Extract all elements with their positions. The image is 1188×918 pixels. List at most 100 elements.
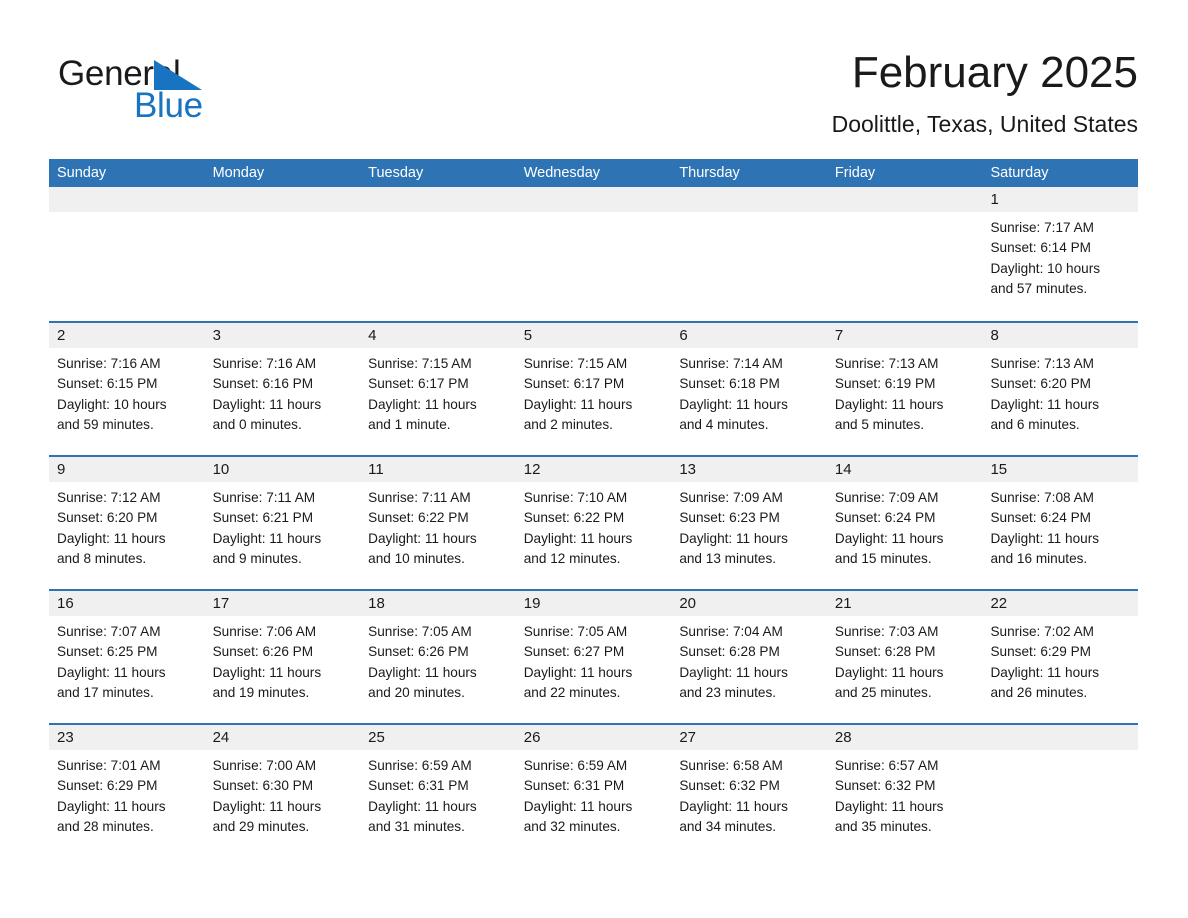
sunrise-text: Sunrise: 7:09 AM	[679, 490, 783, 505]
sunrise-text: Sunrise: 7:12 AM	[57, 490, 161, 505]
daylight-text-cont: and 13 minutes.	[679, 550, 777, 566]
sunrise-text: Sunrise: 7:05 AM	[368, 624, 472, 639]
calendar-day-cell[interactable]: 6 Sunrise: 7:14 AM Sunset: 6:18 PM Daylight…	[671, 323, 827, 455]
sunrise-text: Sunrise: 7:15 AM	[368, 356, 472, 371]
day-number-band: 1	[982, 187, 1139, 212]
calendar-day-cell[interactable]: 28 Sunrise: 6:57 AM Sunset: 6:32 PM Dayligh…	[826, 725, 983, 844]
daylight-text: Daylight: 11 hours	[212, 798, 322, 814]
day-details: Sunrise: 7:15 AM Sunset: 6:17 PM Daylight:…	[516, 348, 672, 435]
daylight-text-cont: and 35 minutes.	[834, 818, 932, 834]
day-number-band: 24	[204, 725, 361, 750]
day-details: Sunrise: 7:11 AM Sunset: 6:21 PM Daylight:…	[205, 482, 361, 569]
sunrise-text: Sunrise: 7:10 AM	[523, 490, 628, 505]
day-number: 1	[990, 191, 999, 208]
calendar-day-cell[interactable]: 22 Sunrise: 7:02 AM Sunset: 6:29 PM Dayligh…	[982, 591, 1139, 723]
day-number: 13	[679, 461, 696, 478]
daylight-text: Daylight: 11 hours	[990, 664, 1100, 680]
daylight-text: Daylight: 11 hours	[368, 798, 477, 814]
day-details: Sunrise: 7:08 AM Sunset: 6:24 PM Daylight:…	[982, 482, 1138, 569]
calendar-day-cell[interactable]: 15 Sunrise: 7:08 AM Sunset: 6:24 PM Dayligh…	[982, 457, 1139, 589]
day-number-band	[671, 187, 827, 212]
day-number: 6	[679, 327, 688, 344]
sunset-text: Sunset: 6:17 PM	[523, 376, 625, 392]
daylight-text: Daylight: 11 hours	[834, 798, 944, 814]
calendar-day-cell[interactable]: 2 Sunrise: 7:16 AM Sunset: 6:15 PM Daylight…	[49, 323, 205, 455]
daylight-text-cont: and 6 minutes.	[990, 416, 1080, 432]
calendar-day-cell[interactable]: 8 Sunrise: 7:13 AM Sunset: 6:20 PM Daylight…	[982, 323, 1139, 455]
daylight-text-cont: and 16 minutes.	[990, 550, 1088, 566]
calendar-day-cell[interactable]: 26 Sunrise: 6:59 AM Sunset: 6:31 PM Dayligh…	[515, 725, 672, 844]
calendar-day-cell[interactable]: 10 Sunrise: 7:11 AM Sunset: 6:21 PM Dayligh…	[204, 457, 361, 589]
day-details: Sunrise: 7:09 AM Sunset: 6:23 PM Daylight:…	[671, 482, 827, 569]
calendar-day-cell[interactable]: 11 Sunrise: 7:11 AM Sunset: 6:22 PM Dayligh…	[360, 457, 516, 589]
day-details: Sunrise: 7:05 AM Sunset: 6:26 PM Daylight:…	[360, 616, 516, 703]
sunrise-text: Sunrise: 6:57 AM	[834, 758, 939, 773]
daylight-text: Daylight: 11 hours	[523, 396, 633, 412]
sunrise-text: Sunrise: 7:16 AM	[212, 356, 317, 371]
daylight-text: Daylight: 11 hours	[523, 664, 633, 680]
sunrise-text: Sunrise: 7:02 AM	[990, 624, 1094, 639]
calendar-day-cell[interactable]: 24 Sunrise: 7:00 AM Sunset: 6:30 PM Dayligh…	[204, 725, 361, 844]
day-number: 8	[990, 327, 999, 344]
calendar-day-cell[interactable]: 5 Sunrise: 7:15 AM Sunset: 6:17 PM Daylight…	[515, 323, 672, 455]
calendar-day-cell[interactable]: 3 Sunrise: 7:16 AM Sunset: 6:16 PM Daylight…	[204, 323, 361, 455]
day-number: 9	[57, 461, 66, 478]
daylight-text-cont: and 4 minutes.	[679, 416, 769, 432]
calendar-day-cell[interactable]: 19 Sunrise: 7:05 AM Sunset: 6:27 PM Dayligh…	[515, 591, 672, 723]
daylight-text-cont: and 17 minutes.	[57, 684, 154, 700]
day-number: 23	[57, 729, 74, 746]
general-blue-logo[interactable]: General Blue	[58, 54, 258, 126]
daylight-text-cont: and 0 minutes.	[212, 416, 302, 432]
calendar-day-cell[interactable]: 20 Sunrise: 7:04 AM Sunset: 6:28 PM Dayligh…	[671, 591, 827, 723]
sunrise-text: Sunrise: 7:08 AM	[990, 490, 1094, 505]
daylight-text: Daylight: 10 hours	[57, 396, 167, 412]
daylight-text-cont: and 29 minutes.	[212, 818, 310, 834]
daylight-text-cont: and 23 minutes.	[679, 684, 777, 700]
day-number: 20	[679, 595, 696, 612]
calendar-day-cell[interactable]: 25 Sunrise: 6:59 AM Sunset: 6:31 PM Dayligh…	[360, 725, 516, 844]
daylight-text: Daylight: 11 hours	[57, 664, 166, 680]
calendar-day-cell[interactable]: 17 Sunrise: 7:06 AM Sunset: 6:26 PM Dayligh…	[204, 591, 361, 723]
daylight-text-cont: and 10 minutes.	[368, 550, 465, 566]
sunrise-text: Sunrise: 7:16 AM	[57, 356, 161, 371]
calendar-day-cell[interactable]: 12 Sunrise: 7:10 AM Sunset: 6:22 PM Dayligh…	[515, 457, 672, 589]
calendar-week-row: 16 Sunrise: 7:07 AM Sunset: 6:25 PM Dayligh…	[49, 589, 1139, 723]
calendar-day-cell[interactable]: 23 Sunrise: 7:01 AM Sunset: 6:29 PM Dayligh…	[49, 725, 205, 844]
calendar-day-cell[interactable]: 14 Sunrise: 7:09 AM Sunset: 6:24 PM Dayligh…	[826, 457, 983, 589]
calendar-week-row: 2 Sunrise: 7:16 AM Sunset: 6:15 PM Daylight…	[49, 321, 1139, 455]
calendar-day-cell[interactable]: 21 Sunrise: 7:03 AM Sunset: 6:28 PM Dayligh…	[826, 591, 983, 723]
calendar-day-cell[interactable]: 27 Sunrise: 6:58 AM Sunset: 6:32 PM Dayligh…	[671, 725, 827, 844]
sunrise-text: Sunrise: 7:11 AM	[212, 490, 316, 505]
daylight-text: Daylight: 11 hours	[368, 396, 477, 412]
day-details	[49, 212, 205, 218]
sunrise-text: Sunrise: 7:07 AM	[57, 624, 161, 639]
day-number-band: 20	[671, 591, 827, 616]
sunset-text: Sunset: 6:24 PM	[990, 510, 1091, 526]
sunrise-text: Sunrise: 7:17 AM	[990, 220, 1094, 235]
day-number-band: 19	[515, 591, 672, 616]
weekday-header-friday: Friday	[834, 165, 876, 181]
day-number-band: 5	[515, 323, 672, 348]
calendar-day-cell-empty	[204, 187, 361, 321]
sunrise-text: Sunrise: 7:13 AM	[990, 356, 1094, 371]
day-details: Sunrise: 7:17 AM Sunset: 6:14 PM Daylight:…	[982, 212, 1138, 299]
calendar-day-cell[interactable]: 4 Sunrise: 7:15 AM Sunset: 6:17 PM Daylight…	[360, 323, 516, 455]
day-details	[671, 212, 827, 218]
sunset-text: Sunset: 6:17 PM	[368, 376, 469, 392]
day-number-band: 14	[826, 457, 983, 482]
day-number-band	[49, 187, 205, 212]
calendar-day-cell[interactable]: 13 Sunrise: 7:09 AM Sunset: 6:23 PM Dayligh…	[671, 457, 827, 589]
calendar-day-cell[interactable]: 9 Sunrise: 7:12 AM Sunset: 6:20 PM Daylight…	[49, 457, 205, 589]
calendar-day-cell[interactable]: 18 Sunrise: 7:05 AM Sunset: 6:26 PM Dayligh…	[360, 591, 516, 723]
day-number-band: 21	[826, 591, 983, 616]
calendar-day-cell[interactable]: 7 Sunrise: 7:13 AM Sunset: 6:19 PM Daylight…	[826, 323, 983, 455]
sunset-text: Sunset: 6:28 PM	[679, 644, 780, 660]
calendar-day-cell[interactable]: 16 Sunrise: 7:07 AM Sunset: 6:25 PM Dayligh…	[49, 591, 205, 723]
calendar-day-cell[interactable]: 1 Sunrise: 7:17 AM Sunset: 6:14 PM Daylight…	[982, 187, 1139, 321]
sunset-text: Sunset: 6:22 PM	[368, 510, 469, 526]
day-details: Sunrise: 7:16 AM Sunset: 6:16 PM Daylight:…	[205, 348, 361, 435]
day-details: Sunrise: 6:59 AM Sunset: 6:31 PM Daylight:…	[360, 750, 516, 837]
day-number: 7	[834, 327, 844, 344]
sunrise-text: Sunrise: 7:06 AM	[212, 624, 317, 639]
day-number-band: 6	[671, 323, 827, 348]
